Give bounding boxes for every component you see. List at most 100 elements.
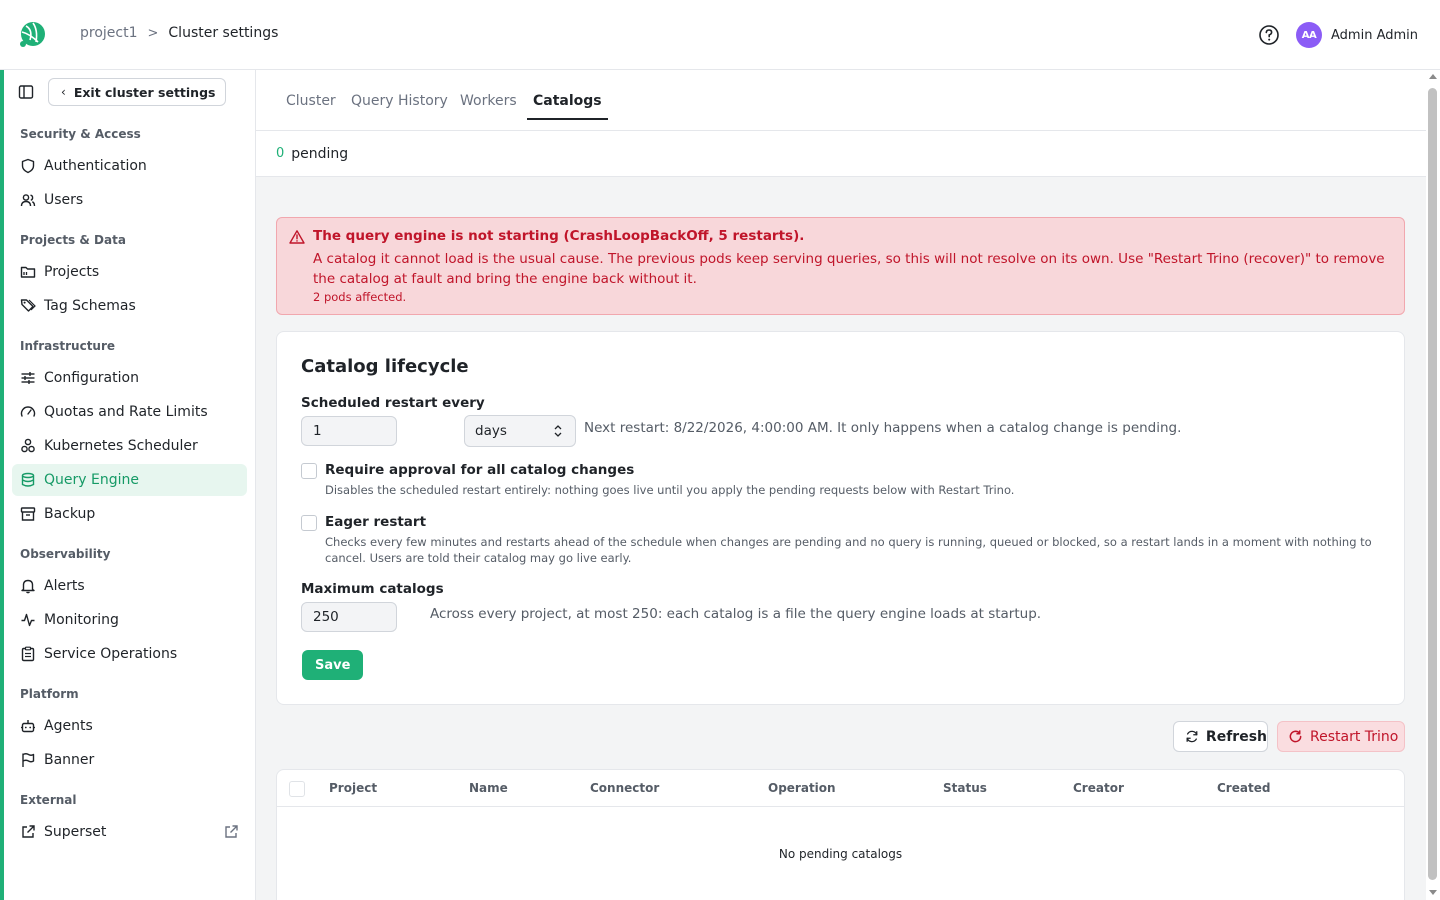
open-external-icon bbox=[225, 825, 238, 838]
section-platform: Platform bbox=[20, 687, 79, 701]
column-header[interactable]: Creator bbox=[1073, 781, 1124, 795]
shield-icon bbox=[21, 158, 35, 174]
column-header[interactable]: Name bbox=[469, 781, 508, 795]
sidebar-item-label: Alerts bbox=[44, 578, 85, 594]
restart-unit-select[interactable]: days bbox=[464, 415, 576, 447]
restart-trino-label: Restart Trino bbox=[1310, 728, 1399, 745]
sidebar-item-backup[interactable]: Backup bbox=[12, 498, 247, 530]
main-content: Cluster Query History Workers Catalogs 0… bbox=[256, 70, 1426, 900]
sidebar-item-label: Banner bbox=[44, 752, 95, 768]
section-security: Security & Access bbox=[20, 127, 141, 141]
sidebar-item-label: Quotas and Rate Limits bbox=[44, 404, 208, 420]
section-observability: Observability bbox=[20, 547, 111, 561]
column-header[interactable]: Operation bbox=[768, 781, 836, 795]
folder-icon bbox=[20, 266, 36, 278]
sidebar-item-label: Service Operations bbox=[44, 646, 178, 662]
clipboard-icon bbox=[21, 646, 35, 662]
max-catalogs-input[interactable]: 250 bbox=[301, 602, 397, 632]
exit-cluster-settings-button[interactable]: ‹ Exit cluster settings bbox=[48, 78, 227, 106]
engine-error-alert: The query engine is not starting (CrashL… bbox=[276, 217, 1405, 315]
help-icon[interactable] bbox=[1258, 24, 1280, 46]
avatar: AA bbox=[1296, 22, 1322, 48]
bell-icon bbox=[21, 579, 35, 594]
sidebar-toggle-icon[interactable] bbox=[18, 84, 34, 100]
section-infrastructure: Infrastructure bbox=[20, 339, 116, 353]
sidebar-item-tag-schemas[interactable]: Tag Schemas bbox=[12, 290, 247, 322]
refresh-icon bbox=[1186, 730, 1198, 743]
column-header[interactable]: Status bbox=[943, 781, 987, 795]
column-header[interactable]: Created bbox=[1217, 781, 1270, 795]
column-header[interactable]: Connector bbox=[590, 781, 659, 795]
archive-icon bbox=[20, 507, 36, 521]
boxes-icon bbox=[21, 438, 35, 453]
sidebar-item-query-engine[interactable]: Query Engine bbox=[12, 464, 247, 496]
eager-restart-label[interactable]: Eager restart bbox=[325, 514, 426, 530]
scroll-up-arrow-icon[interactable] bbox=[1429, 74, 1437, 79]
sidebar-item-monitoring[interactable]: Monitoring bbox=[12, 604, 247, 636]
tab-workers[interactable]: Workers bbox=[460, 93, 517, 119]
flag-icon bbox=[22, 753, 35, 767]
sidebar-item-label: Tag Schemas bbox=[44, 298, 136, 314]
breadcrumb-project-link[interactable]: project1 bbox=[80, 25, 138, 41]
breadcrumb-current: Cluster settings bbox=[168, 25, 279, 41]
alert-body: A catalog it cannot load is the usual ca… bbox=[313, 251, 1385, 287]
catalog-lifecycle-card: Catalog lifecycle Scheduled restart ever… bbox=[276, 331, 1405, 705]
refresh-button[interactable]: Refresh bbox=[1173, 721, 1268, 752]
tab-cluster[interactable]: Cluster bbox=[286, 93, 336, 119]
sidebar-item-label: Backup bbox=[44, 506, 96, 522]
sidebar-item-authentication[interactable]: Authentication bbox=[12, 150, 247, 182]
warning-triangle-icon bbox=[289, 230, 305, 244]
restart-trino-button[interactable]: Restart Trino bbox=[1277, 721, 1405, 752]
sidebar-item-kubernetes-scheduler[interactable]: Kubernetes Scheduler bbox=[12, 430, 247, 462]
sidebar-item-label: Kubernetes Scheduler bbox=[44, 438, 198, 454]
refresh-label: Refresh bbox=[1205, 728, 1267, 745]
restart-unit-value: days bbox=[475, 423, 507, 439]
sidebar-item-label: Monitoring bbox=[44, 612, 119, 628]
sidebar-item-label: Authentication bbox=[44, 158, 147, 174]
restart-interval-input[interactable]: 1 bbox=[301, 416, 397, 446]
next-restart-hint: Next restart: 8/22/2026, 4:00:00 AM. It … bbox=[584, 420, 1182, 436]
sidebar-item-alerts[interactable]: Alerts bbox=[12, 570, 247, 602]
external-link-icon bbox=[22, 825, 35, 838]
sidebar-item-superset[interactable]: Superset bbox=[12, 816, 247, 848]
rotate-icon bbox=[1289, 730, 1302, 743]
pending-count: 0 bbox=[276, 146, 285, 161]
table-header: Project Name Connector Operation Status … bbox=[277, 770, 1404, 807]
save-button[interactable]: Save bbox=[302, 650, 364, 680]
activity-icon bbox=[21, 613, 35, 627]
app-logo-icon[interactable] bbox=[16, 20, 48, 50]
chevron-left-icon: ‹ bbox=[61, 85, 66, 99]
card-title: Catalog lifecycle bbox=[301, 356, 469, 377]
tab-catalogs[interactable]: Catalogs bbox=[527, 93, 608, 120]
sidebar-item-banner[interactable]: Banner bbox=[12, 744, 247, 776]
eager-restart-description: Checks every few minutes and restarts ah… bbox=[325, 535, 1372, 565]
sliders-icon bbox=[21, 372, 35, 384]
require-approval-checkbox[interactable] bbox=[301, 463, 317, 479]
scrollbar-thumb[interactable] bbox=[1428, 88, 1437, 880]
sidebar-item-agents[interactable]: Agents bbox=[12, 710, 247, 742]
sidebar-item-label: Projects bbox=[44, 264, 100, 280]
column-header[interactable]: Project bbox=[329, 781, 377, 795]
user-menu[interactable]: AA Admin Admin bbox=[1296, 22, 1418, 48]
scroll-down-arrow-icon[interactable] bbox=[1429, 890, 1437, 895]
sidebar-item-label: Query Engine bbox=[44, 472, 139, 488]
sidebar-item-users[interactable]: Users bbox=[12, 184, 247, 216]
gauge-icon bbox=[20, 406, 36, 417]
sidebar-item-projects[interactable]: Projects bbox=[12, 256, 247, 288]
sidebar-item-quotas[interactable]: Quotas and Rate Limits bbox=[12, 396, 247, 428]
vertical-scrollbar[interactable] bbox=[1426, 70, 1440, 900]
pending-catalogs-table: Project Name Connector Operation Status … bbox=[276, 769, 1405, 900]
require-approval-description: Disables the scheduled restart entirely:… bbox=[325, 483, 1015, 497]
alert-title: The query engine is not starting (CrashL… bbox=[313, 228, 805, 244]
avatar-initials: AA bbox=[1301, 29, 1317, 41]
alert-pods-affected: 2 pods affected. bbox=[313, 290, 407, 304]
eager-restart-checkbox[interactable] bbox=[301, 515, 317, 531]
sidebar-item-label: Users bbox=[44, 192, 84, 208]
select-all-checkbox[interactable] bbox=[289, 781, 305, 797]
bot-icon bbox=[21, 720, 35, 733]
sidebar-item-service-operations[interactable]: Service Operations bbox=[12, 638, 247, 670]
sidebar-item-configuration[interactable]: Configuration bbox=[12, 362, 247, 394]
select-arrows-icon bbox=[554, 425, 562, 437]
require-approval-label[interactable]: Require approval for all catalog changes bbox=[325, 462, 634, 478]
tab-query-history[interactable]: Query History bbox=[351, 93, 448, 119]
